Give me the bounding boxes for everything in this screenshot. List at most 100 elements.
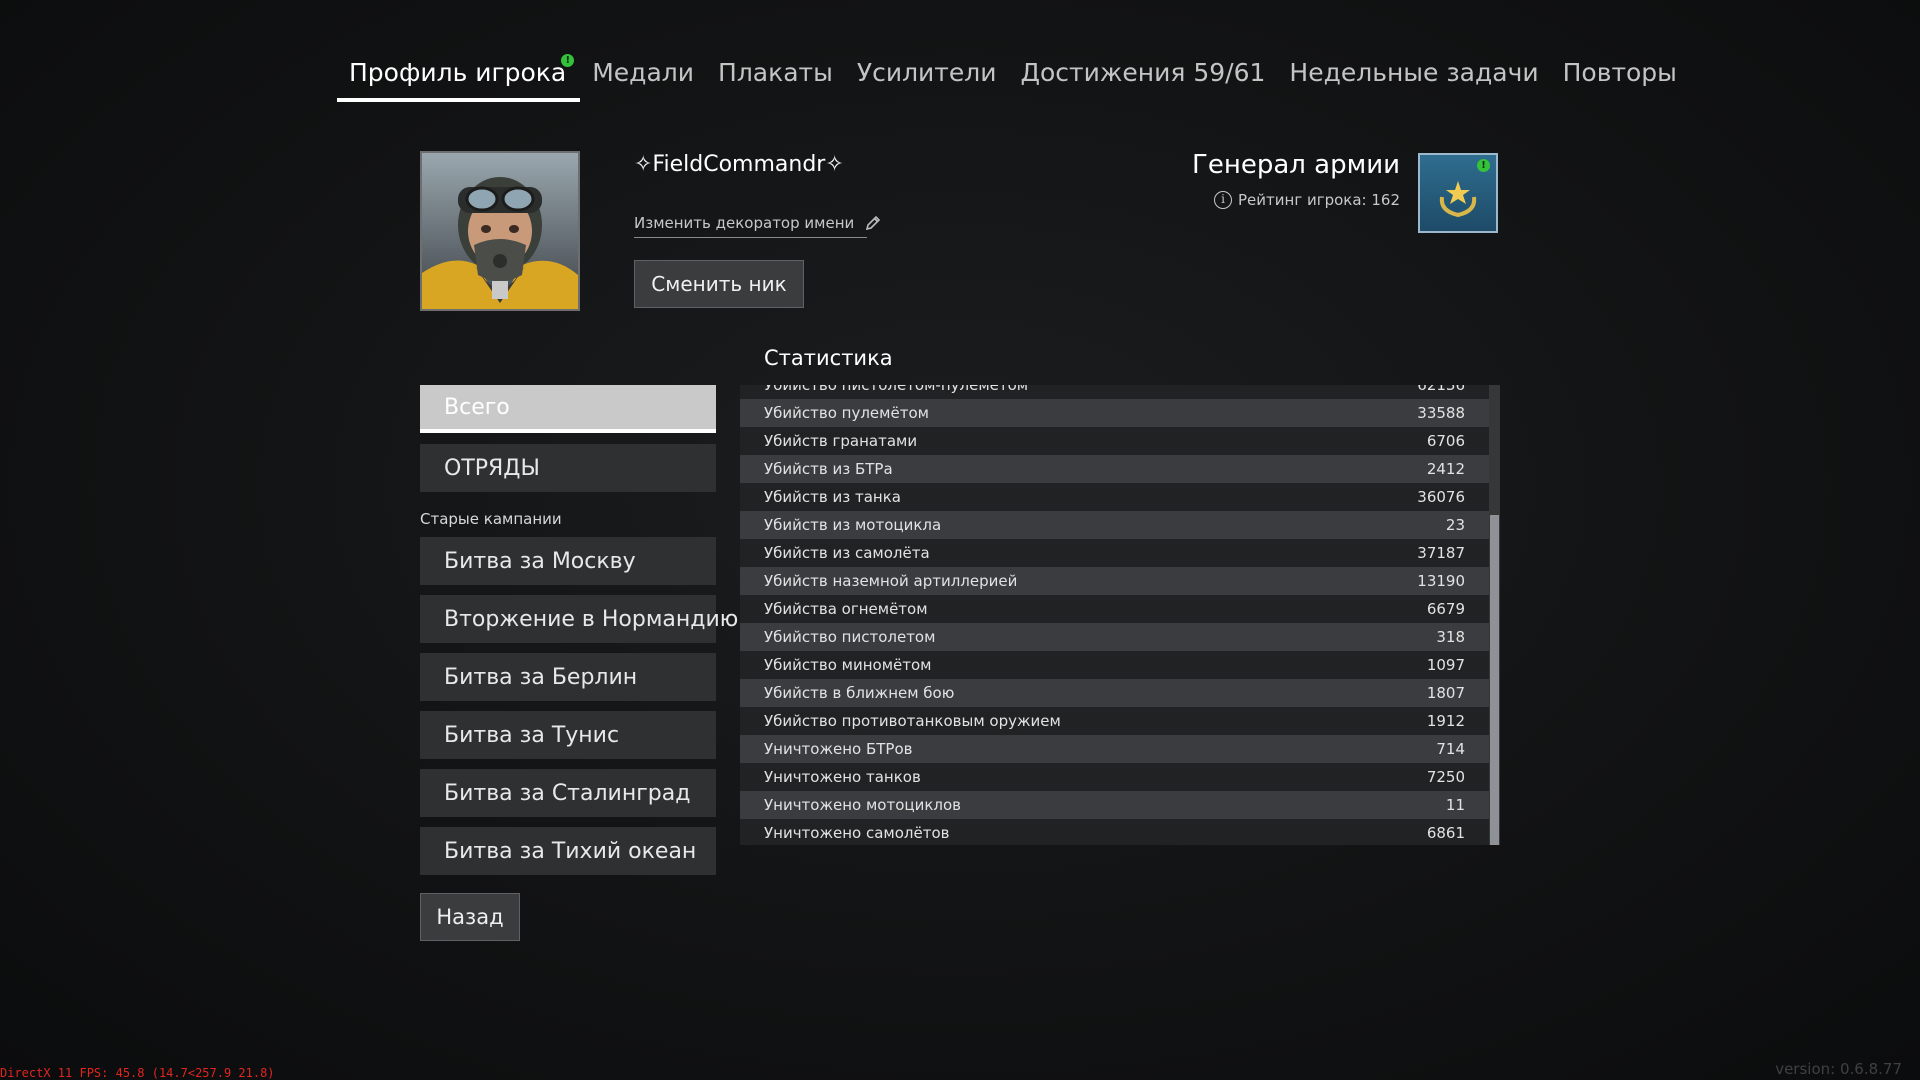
player-avatar[interactable] [420, 151, 580, 311]
menu-item-campaign-tunisia[interactable]: Битва за Тунис [420, 711, 716, 759]
menu-item-total[interactable]: Всего [420, 385, 716, 433]
rank-title: Генерал армии [1191, 150, 1400, 180]
menu-item-campaign-pacific[interactable]: Битва за Тихий океан [420, 827, 716, 875]
stat-label: Убийств из БТРа [764, 460, 893, 478]
back-button[interactable]: Назад [420, 893, 520, 941]
change-nick-button[interactable]: Сменить ник [634, 260, 804, 308]
menu-item-label: Битва за Москву [444, 548, 636, 574]
stat-value: 1807 [1426, 684, 1465, 702]
stat-value: 23 [1445, 516, 1465, 534]
tab-label: Достижения 59/61 [1020, 58, 1266, 87]
tab-posters[interactable]: Плакаты [706, 48, 845, 102]
tab-label: Повторы [1562, 58, 1677, 87]
stat-value: 318 [1436, 628, 1465, 646]
stat-row: Уничтожено БТРов 714 [740, 735, 1489, 763]
tab-weekly-tasks[interactable]: Недельные задачи [1277, 48, 1550, 102]
rank-badge[interactable]: ! [1418, 153, 1498, 233]
stat-value: 13190 [1417, 572, 1465, 590]
stat-value: 714 [1436, 740, 1465, 758]
profile-screen: Профиль игрока ! Медали Плакаты Усилител… [0, 0, 1920, 1080]
player-rating: i Рейтинг игрока: 162 [1214, 191, 1400, 209]
old-campaigns-caption: Старые кампании [420, 510, 562, 528]
stats-panel[interactable]: Убийство пистолетом-пулемётом 62136 Убийст… [740, 385, 1500, 845]
stat-label: Убийство противотанковым оружием [764, 712, 1061, 730]
stat-row: Убийств из мотоцикла 23 [740, 511, 1489, 539]
stat-row: Убийство пистолетом 318 [740, 623, 1489, 651]
stats-list: Убийство пистолетом-пулемётом 62136 Убийст… [740, 385, 1489, 845]
stat-value: 2412 [1426, 460, 1465, 478]
menu-item-label: Битва за Берлин [444, 664, 638, 690]
pilot-portrait-icon [422, 153, 578, 309]
notification-dot-icon: ! [1477, 159, 1490, 172]
rating-label: Рейтинг игрока: 162 [1238, 191, 1400, 209]
notification-dot-icon: ! [561, 54, 575, 67]
stat-label: Убийство пистолетом [764, 628, 936, 646]
pencil-icon [866, 215, 881, 230]
stat-value: 1097 [1426, 656, 1465, 674]
fps-counter: DirectX 11 FPS: 45.8 (14.7<257.9 21.8) [0, 1066, 275, 1080]
stat-value: 37187 [1417, 544, 1465, 562]
player-nickname: ✧FieldCommandr✧ [634, 152, 844, 177]
tab-label: Усилители [856, 58, 997, 87]
stat-value: 62136 [1417, 385, 1465, 394]
stat-value: 36076 [1417, 488, 1465, 506]
menu-item-label: Битва за Тунис [444, 722, 620, 748]
stat-value: 6861 [1426, 824, 1465, 842]
menu-item-campaign-berlin[interactable]: Битва за Берлин [420, 653, 716, 701]
stat-row: Убийств в ближнем бою 1807 [740, 679, 1489, 707]
stat-row: Уничтожено самолётов 6861 [740, 819, 1489, 845]
stat-value: 33588 [1417, 404, 1465, 422]
stat-row: Убийств из самолёта 37187 [740, 539, 1489, 567]
stat-value: 6679 [1426, 600, 1465, 618]
menu-item-campaign-normandy[interactable]: Вторжение в Нормандию [420, 595, 738, 643]
tab-label: Профиль игрока [349, 58, 567, 87]
menu-item-label: Вторжение в Нормандию [444, 606, 739, 632]
stat-label: Уничтожено мотоциклов [764, 796, 961, 814]
menu-item-campaign-stalingrad[interactable]: Битва за Сталинград [420, 769, 716, 817]
tab-label: Недельные задачи [1289, 58, 1539, 87]
version-label: version: 0.6.8.77 [1775, 1060, 1902, 1078]
change-name-decorator-link[interactable]: Изменить декоратор имени [634, 208, 881, 238]
stat-row: Убийств гранатами 6706 [740, 427, 1489, 455]
info-icon[interactable]: i [1214, 191, 1232, 209]
tab-replays[interactable]: Повторы [1551, 48, 1689, 102]
menu-item-squads[interactable]: ОТРЯДЫ [420, 444, 716, 492]
stat-row: Убийств из БТРа 2412 [740, 455, 1489, 483]
tab-boosters[interactable]: Усилители [845, 48, 1009, 102]
stat-label: Убийство пулемётом [764, 404, 929, 422]
stat-row: Убийств наземной артиллерией 13190 [740, 567, 1489, 595]
stat-label: Убийств из самолёта [764, 544, 930, 562]
tab-label: Медали [592, 58, 695, 87]
menu-item-label: ОТРЯДЫ [444, 455, 540, 481]
stat-row: Убийство пистолетом-пулемётом 62136 [740, 385, 1489, 399]
stat-label: Убийств в ближнем бою [764, 684, 955, 702]
stat-label: Убийства огнемётом [764, 600, 928, 618]
stat-label: Уничтожено БТРов [764, 740, 913, 758]
decorator-label: Изменить декоратор имени [634, 213, 855, 232]
stat-label: Убийств из танка [764, 488, 901, 506]
tab-player-profile[interactable]: Профиль игрока ! [337, 48, 581, 102]
stat-label: Убийств гранатами [764, 432, 918, 450]
stat-value: 11 [1445, 796, 1465, 814]
stat-value: 1912 [1426, 712, 1465, 730]
menu-item-campaign-moscow[interactable]: Битва за Москву [420, 537, 716, 585]
stat-value: 7250 [1426, 768, 1465, 786]
stat-value: 6706 [1426, 432, 1465, 450]
stat-label: Убийство пистолетом-пулемётом [764, 385, 1029, 394]
stat-row: Убийство пулемётом 33588 [740, 399, 1489, 427]
stat-row: Убийств из танка 36076 [740, 483, 1489, 511]
stats-scroll-thumb[interactable] [1490, 515, 1499, 845]
stats-scrollbar[interactable] [1489, 385, 1500, 845]
menu-item-label: Всего [444, 394, 510, 420]
menu-item-label: Битва за Сталинград [444, 780, 691, 806]
stat-label: Убийство миномётом [764, 656, 932, 674]
stat-row: Уничтожено мотоциклов 11 [740, 791, 1489, 819]
tab-label: Плакаты [718, 58, 833, 87]
tab-achievements[interactable]: Достижения 59/61 [1008, 48, 1277, 102]
top-nav: Профиль игрока ! Медали Плакаты Усилител… [337, 48, 1689, 104]
stat-row: Убийство противотанковым оружием 1912 [740, 707, 1489, 735]
stat-row: Убийства огнемётом 6679 [740, 595, 1489, 623]
stat-label: Убийств из мотоцикла [764, 516, 942, 534]
stat-row: Уничтожено танков 7250 [740, 763, 1489, 791]
tab-medals[interactable]: Медали [580, 48, 706, 102]
